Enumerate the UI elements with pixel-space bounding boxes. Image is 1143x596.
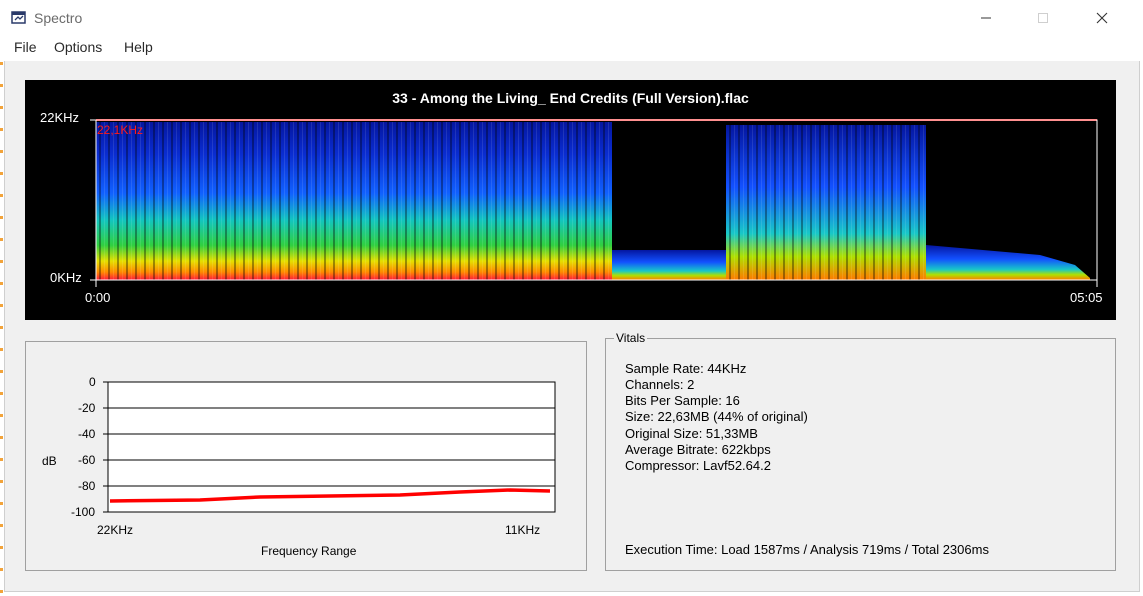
ytick-label-60: -60 (78, 453, 96, 467)
vital-sample-rate: Sample Rate: 44KHz (625, 361, 747, 376)
vitals-legend: Vitals (614, 331, 648, 345)
ytick-label-20: -20 (78, 401, 96, 415)
ytick-label-40: -40 (78, 427, 96, 441)
x-right-label: 11KHz (505, 523, 541, 537)
ytick-label-0: 0 (89, 375, 96, 389)
vital-compressor: Compressor: Lavf52.64.2 (625, 458, 771, 473)
x-axis-label: Frequency Range (261, 544, 357, 558)
vital-average-bitrate: Average Bitrate: 622kbps (625, 442, 771, 457)
ytick-label-100: -100 (71, 505, 96, 519)
y-axis-label: dB (42, 454, 57, 468)
vital-size: Size: 22,63MB (44% of original) (625, 409, 808, 424)
vital-bits-per-sample: Bits Per Sample: 16 (625, 393, 740, 408)
vital-channels: Channels: 2 (625, 377, 695, 392)
ytick-label-80: -80 (78, 479, 96, 493)
x-left-label: 22KHz (97, 523, 134, 537)
execution-time: Execution Time: Load 1587ms / Analysis 7… (625, 542, 989, 557)
vital-original-size: Original Size: 51,33MB (625, 426, 758, 441)
